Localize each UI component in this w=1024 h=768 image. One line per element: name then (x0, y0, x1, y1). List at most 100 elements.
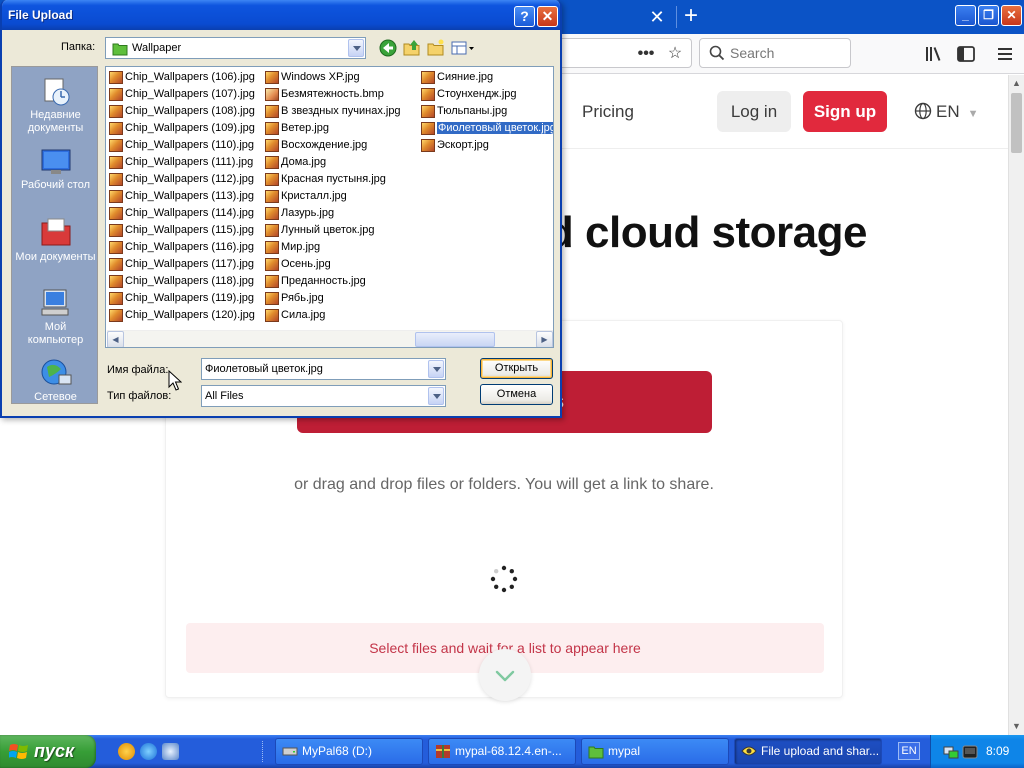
file-item[interactable]: Красная пустыня.jpg (263, 171, 401, 188)
filetype-select[interactable]: All Files (201, 385, 446, 407)
restore-icon[interactable]: ❐ (978, 5, 999, 26)
internet-explorer-icon[interactable] (140, 743, 157, 760)
help-icon[interactable]: ? (514, 6, 535, 27)
file-item[interactable]: Мир.jpg (263, 239, 401, 256)
place-network[interactable]: Сетевое (12, 357, 97, 403)
file-item[interactable]: Восхождение.jpg (263, 137, 401, 154)
new-tab-icon[interactable]: + (680, 4, 702, 28)
start-button[interactable]: пуск (0, 735, 96, 768)
place-recent-documents[interactable]: Недавние документы (12, 75, 97, 135)
horizontal-scrollbar[interactable]: ◀ ▶ (107, 330, 553, 347)
file-item[interactable]: Стоунхендж.jpg (419, 86, 553, 103)
place-label: документы (27, 122, 84, 134)
file-item[interactable]: Chip_Wallpapers (114).jpg (107, 205, 255, 222)
scroll-left-icon[interactable]: ◀ (107, 331, 124, 347)
cancel-button[interactable]: Отмена (480, 384, 553, 405)
page-scrollbar[interactable]: ▲ ▼ (1008, 75, 1024, 735)
file-list[interactable]: Chip_Wallpapers (106).jpg Chip_Wallpapers… (105, 66, 554, 348)
file-item[interactable]: Chip_Wallpapers (110).jpg (107, 137, 255, 154)
file-item[interactable]: Фиолетовый цветок.jpg (419, 120, 553, 137)
folder-select[interactable]: Wallpaper (105, 37, 366, 59)
file-item[interactable]: Сила.jpg (263, 307, 401, 324)
image-file-icon (109, 207, 123, 220)
file-item[interactable]: Chip_Wallpapers (120).jpg (107, 307, 255, 324)
menu-icon[interactable] (993, 42, 1017, 66)
back-icon[interactable] (378, 38, 398, 58)
file-item[interactable]: Тюльпаны.jpg (419, 103, 553, 120)
taskbar-item-browser[interactable]: File upload and shar... (734, 738, 882, 765)
taskbar-item-mypal-folder[interactable]: mypal (581, 738, 729, 765)
minimize-icon[interactable]: _ (955, 5, 976, 26)
up-folder-icon[interactable] (402, 38, 422, 58)
search-bar[interactable] (699, 38, 851, 68)
file-item[interactable]: Сияние.jpg (419, 69, 553, 86)
signup-button[interactable]: Sign up (803, 91, 887, 132)
show-desktop-icon[interactable] (162, 743, 179, 760)
tray-app-icon[interactable] (962, 744, 978, 760)
filename-input[interactable]: Фиолетовый цветок.jpg (201, 358, 446, 380)
language-indicator[interactable]: EN (898, 742, 920, 760)
file-item[interactable]: Chip_Wallpapers (118).jpg (107, 273, 255, 290)
taskbar-grip (262, 741, 265, 762)
file-item[interactable]: Chip_Wallpapers (111).jpg (107, 154, 255, 171)
scroll-down-icon[interactable]: ▼ (1009, 718, 1024, 734)
scroll-right-icon[interactable]: ▶ (536, 331, 553, 347)
new-folder-icon[interactable] (426, 38, 446, 58)
taskbar-item-mypal-archive[interactable]: mypal-68.12.4.en-... (428, 738, 576, 765)
search-input[interactable] (730, 44, 840, 62)
scroll-down-button[interactable] (479, 649, 531, 701)
file-item[interactable]: Chip_Wallpapers (109).jpg (107, 120, 255, 137)
place-desktop[interactable]: Рабочий стол (12, 147, 97, 192)
scroll-up-icon[interactable]: ▲ (1009, 75, 1024, 91)
dialog-titlebar[interactable]: File Upload ? ✕ (2, 0, 560, 30)
network-tray-icon[interactable] (943, 744, 959, 760)
file-item[interactable]: Chip_Wallpapers (116).jpg (107, 239, 255, 256)
dropdown-arrow-icon[interactable] (348, 39, 364, 57)
sidebar-icon[interactable] (954, 42, 978, 66)
image-file-icon (265, 139, 279, 152)
file-item[interactable]: Рябь.jpg (263, 290, 401, 307)
dropdown-arrow-icon[interactable] (428, 360, 444, 378)
taskbar-item-mypal-drive[interactable]: MyPal68 (D:) (275, 738, 423, 765)
bookmark-star-icon[interactable]: ☆ (664, 44, 686, 64)
tab-close-icon[interactable]: ✕ (647, 7, 667, 27)
file-item[interactable]: Windows XP.jpg (263, 69, 401, 86)
scrollbar-thumb[interactable] (415, 332, 495, 347)
file-item[interactable]: Кристалл.jpg (263, 188, 401, 205)
file-item[interactable]: Преданность.jpg (263, 273, 401, 290)
language-selector[interactable]: EN ▼ (914, 102, 979, 122)
file-item[interactable]: Chip_Wallpapers (115).jpg (107, 222, 255, 239)
file-item[interactable]: Дома.jpg (263, 154, 401, 171)
file-item[interactable]: Chip_Wallpapers (108).jpg (107, 103, 255, 120)
dropdown-arrow-icon[interactable] (428, 387, 444, 405)
file-item[interactable]: Chip_Wallpapers (107).jpg (107, 86, 255, 103)
place-my-computer[interactable]: Мой компьютер (12, 287, 97, 347)
quicklaunch-app-icon[interactable] (118, 743, 135, 760)
url-bar[interactable]: ••• ☆ (540, 38, 692, 68)
file-item[interactable]: Chip_Wallpapers (119).jpg (107, 290, 255, 307)
open-button[interactable]: Открыть (480, 358, 553, 379)
file-item[interactable]: Chip_Wallpapers (112).jpg (107, 171, 255, 188)
file-item[interactable]: Лунный цветок.jpg (263, 222, 401, 239)
file-item[interactable]: Chip_Wallpapers (113).jpg (107, 188, 255, 205)
view-menu-icon[interactable] (450, 38, 476, 58)
library-icon[interactable] (922, 42, 946, 66)
place-my-documents[interactable]: Мои документы (12, 215, 97, 264)
page-actions-icon[interactable]: ••• (635, 44, 657, 64)
close-icon[interactable]: ✕ (537, 6, 558, 27)
file-item[interactable]: Лазурь.jpg (263, 205, 401, 222)
file-item[interactable]: Осень.jpg (263, 256, 401, 273)
window-close-icon[interactable]: ✕ (1001, 5, 1022, 26)
file-item[interactable]: Ветер.jpg (263, 120, 401, 137)
desktop-icon (41, 149, 70, 174)
file-item[interactable]: Chip_Wallpapers (106).jpg (107, 69, 255, 86)
nav-pricing-link[interactable]: Pricing (582, 102, 634, 122)
file-item[interactable]: В звездных пучинах.jpg (263, 103, 401, 120)
file-item[interactable]: Эскорт.jpg (419, 137, 553, 154)
file-item[interactable]: Безмятежность.bmp (263, 86, 401, 103)
file-name: Безмятежность.bmp (281, 88, 384, 100)
file-item[interactable]: Chip_Wallpapers (117).jpg (107, 256, 255, 273)
login-button[interactable]: Log in (717, 91, 791, 132)
scrollbar-thumb[interactable] (1011, 93, 1022, 153)
folder-icon (588, 746, 604, 759)
